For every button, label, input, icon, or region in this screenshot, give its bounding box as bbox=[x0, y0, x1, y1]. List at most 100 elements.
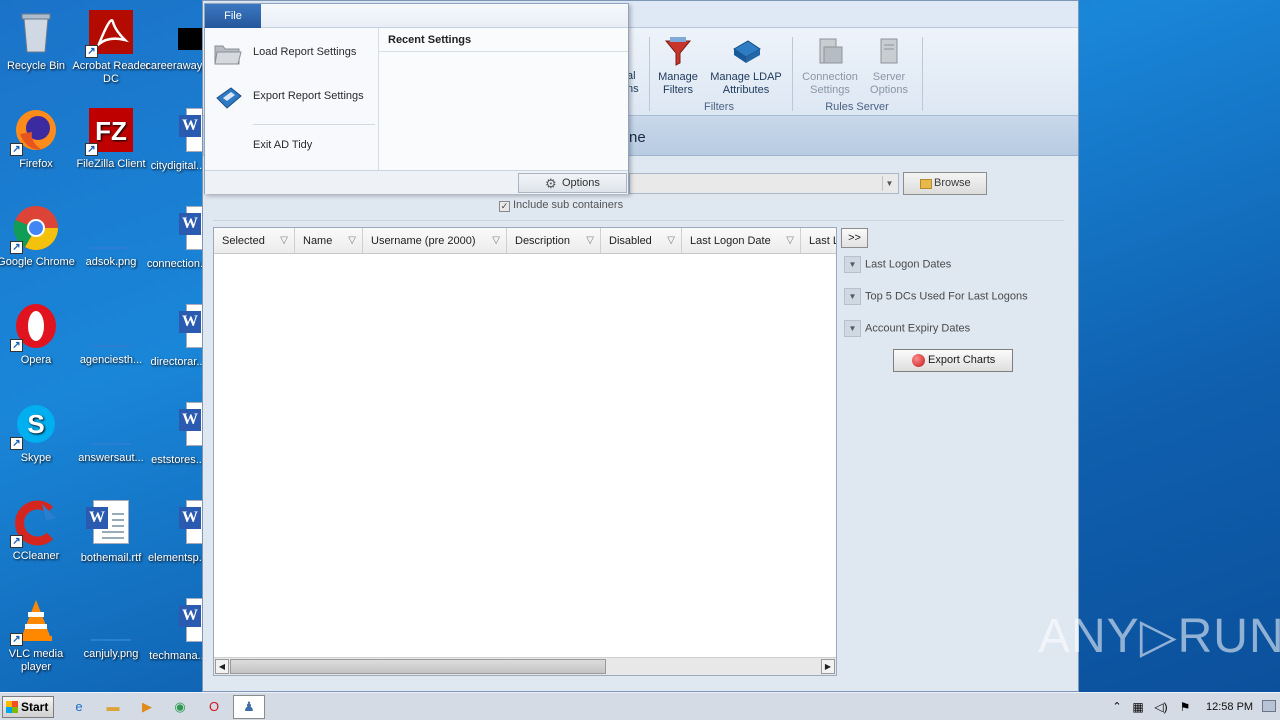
volume-icon[interactable]: ◁) bbox=[1150, 697, 1172, 717]
desktop-icon-skype[interactable]: S ↗ Skype bbox=[0, 400, 75, 465]
panel-label: Account Expiry Dates bbox=[865, 322, 971, 335]
panel-top-5-dcs[interactable]: ▼ Top 5 DCs Used For Last Logons bbox=[844, 288, 1028, 305]
svg-text:FZ: FZ bbox=[95, 116, 127, 146]
chevron-down-icon[interactable]: ▼ bbox=[882, 176, 896, 191]
action-center-flag-icon[interactable]: ⚑ bbox=[1174, 697, 1196, 717]
file-menu-bar: File bbox=[205, 4, 628, 28]
checkbox-checked-icon[interactable]: ✓ bbox=[499, 201, 510, 212]
filter-icon[interactable]: ▽ bbox=[786, 228, 794, 253]
chevron-down-icon[interactable]: ▼ bbox=[844, 256, 861, 273]
opera-icon: ↗ bbox=[10, 302, 60, 352]
media-player-icon[interactable]: ▶ bbox=[136, 697, 158, 717]
firefox-icon: ↗ bbox=[10, 106, 60, 156]
desktop-icon-ccleaner[interactable]: ↗ CCleaner bbox=[0, 498, 75, 563]
file-explorer-icon[interactable]: ▬ bbox=[102, 697, 124, 717]
page-title: ne bbox=[629, 129, 646, 146]
server-options-button[interactable]: Server Options bbox=[851, 35, 927, 97]
windows-logo-icon bbox=[6, 701, 18, 713]
filter-icon[interactable]: ▽ bbox=[492, 228, 500, 253]
scroll-thumb[interactable] bbox=[230, 659, 606, 674]
column-header-description[interactable]: Description ▽ bbox=[507, 228, 601, 253]
filter-icon[interactable]: ▽ bbox=[586, 228, 594, 253]
manage-ldap-attributes-button[interactable]: Manage LDAP Attributes bbox=[708, 35, 784, 97]
opera-taskbar-icon[interactable]: O bbox=[203, 697, 225, 717]
scroll-right-icon[interactable]: ▶ bbox=[821, 659, 835, 674]
file-tab[interactable]: File bbox=[205, 4, 261, 28]
include-sub-containers-label: Include sub containers bbox=[513, 199, 624, 211]
panel-account-expiry-dates[interactable]: ▼ Account Expiry Dates bbox=[844, 320, 970, 337]
word-document-icon: W bbox=[154, 304, 222, 352]
toggle-charts-button[interactable]: >> bbox=[841, 228, 868, 248]
desktop-icon-chrome[interactable]: ↗ Google Chrome bbox=[0, 204, 75, 269]
desktop-icon-recycle-bin[interactable]: Recycle Bin bbox=[0, 8, 75, 73]
show-desktop-icon[interactable] bbox=[1262, 700, 1276, 712]
column-label: Selected bbox=[222, 235, 265, 247]
ribbon-group-filters: Filters bbox=[704, 101, 734, 113]
chrome-taskbar-icon[interactable]: ◉ bbox=[169, 697, 191, 717]
ccleaner-icon: ↗ bbox=[10, 498, 60, 548]
manage-filters-label-2: Filters bbox=[663, 84, 693, 96]
scroll-left-icon[interactable]: ◀ bbox=[215, 659, 229, 674]
filter-icon[interactable]: ▽ bbox=[348, 228, 356, 253]
menu-item-label: Export Report Settings bbox=[253, 90, 364, 102]
desktop-icon-firefox[interactable]: ↗ Firefox bbox=[0, 106, 75, 171]
ad-tidy-taskbar-button[interactable]: ♟ bbox=[233, 695, 265, 719]
desktop-icon-opera[interactable]: ↗ Opera bbox=[0, 302, 75, 367]
export-charts-label: Export Charts bbox=[928, 354, 996, 366]
export-report-settings-item[interactable]: Export Report Settings bbox=[205, 76, 378, 116]
column-label: Last L bbox=[809, 235, 836, 247]
horizontal-scrollbar[interactable]: ◀ ▶ bbox=[214, 657, 836, 675]
clock[interactable]: 12:58 PM bbox=[1206, 701, 1253, 713]
word-document-icon: W bbox=[154, 108, 222, 156]
container-select[interactable]: ▼ bbox=[629, 173, 899, 194]
panel-label: Last Logon Dates bbox=[865, 258, 952, 271]
panel-last-logon-dates[interactable]: ▼ Last Logon Dates bbox=[844, 256, 951, 273]
server-icon bbox=[873, 35, 905, 67]
server-options-label-1: Server bbox=[872, 71, 906, 83]
exit-ad-tidy-item[interactable]: Exit AD Tidy bbox=[205, 125, 378, 165]
network-icon[interactable]: ▦ bbox=[1127, 697, 1149, 717]
chrome-icon: ↗ bbox=[10, 204, 60, 254]
export-charts-button[interactable]: Export Charts bbox=[893, 349, 1013, 372]
options-button[interactable]: ⚙ Options bbox=[518, 173, 627, 193]
desktop-icon-vlc[interactable]: ↗ VLC media player bbox=[0, 596, 75, 674]
start-button[interactable]: Start bbox=[2, 696, 54, 718]
load-report-settings-item[interactable]: Load Report Settings bbox=[205, 32, 378, 72]
include-sub-containers-checkbox[interactable]: ✓ Include sub containers bbox=[499, 199, 623, 212]
column-header-disabled[interactable]: Disabled ▽ bbox=[601, 228, 682, 253]
recent-settings-pane: Recent Settings bbox=[378, 28, 628, 170]
chart-export-icon bbox=[912, 354, 925, 367]
results-grid[interactable]: Selected ▽ Name ▽ Username (pre 2000) ▽ Des… bbox=[213, 227, 837, 676]
internet-explorer-icon[interactable]: e bbox=[68, 697, 90, 717]
manage-filters-button[interactable]: Manage Filters bbox=[640, 35, 716, 97]
file-menu-footer: ⚙ Options bbox=[205, 170, 628, 194]
filter-icon[interactable]: ▽ bbox=[667, 228, 675, 253]
image-file-icon bbox=[87, 302, 135, 350]
browse-button[interactable]: Browse bbox=[903, 172, 987, 195]
chevron-down-icon[interactable]: ▼ bbox=[844, 288, 861, 305]
column-header-selected[interactable]: Selected ▽ bbox=[214, 228, 295, 253]
column-header-last-logon-date[interactable]: Last Logon Date ▽ bbox=[682, 228, 801, 253]
grid-header: Selected ▽ Name ▽ Username (pre 2000) ▽ Des… bbox=[214, 228, 836, 254]
gear-icon: ⚙ bbox=[545, 176, 557, 191]
server-options-label-2: Options bbox=[870, 84, 908, 96]
funnel-icon bbox=[662, 35, 694, 67]
column-label: Last Logon Date bbox=[690, 235, 771, 247]
anyrun-watermark: ANY▷RUN bbox=[1038, 610, 1280, 663]
column-header-last-logon[interactable]: Last L bbox=[801, 228, 836, 253]
vlc-icon: ↗ bbox=[10, 596, 60, 646]
black-file-icon bbox=[154, 8, 202, 56]
start-label: Start bbox=[21, 700, 49, 714]
column-header-name[interactable]: Name ▽ bbox=[295, 228, 363, 253]
chevron-down-icon[interactable]: ▼ bbox=[844, 320, 861, 337]
browse-label: Browse bbox=[934, 177, 971, 189]
show-hidden-icons-icon[interactable]: ⌃ bbox=[1106, 697, 1128, 717]
user-icon: ♟ bbox=[243, 699, 255, 714]
svg-text:S: S bbox=[27, 409, 44, 439]
filezilla-icon: FZ ↗ bbox=[85, 106, 135, 156]
column-header-username[interactable]: Username (pre 2000) ▽ bbox=[363, 228, 507, 253]
filter-icon[interactable]: ▽ bbox=[280, 228, 288, 253]
recycle-bin-icon bbox=[12, 8, 60, 56]
column-label: Disabled bbox=[609, 235, 652, 247]
ribbon-group-rules-server: Rules Server bbox=[825, 101, 889, 113]
